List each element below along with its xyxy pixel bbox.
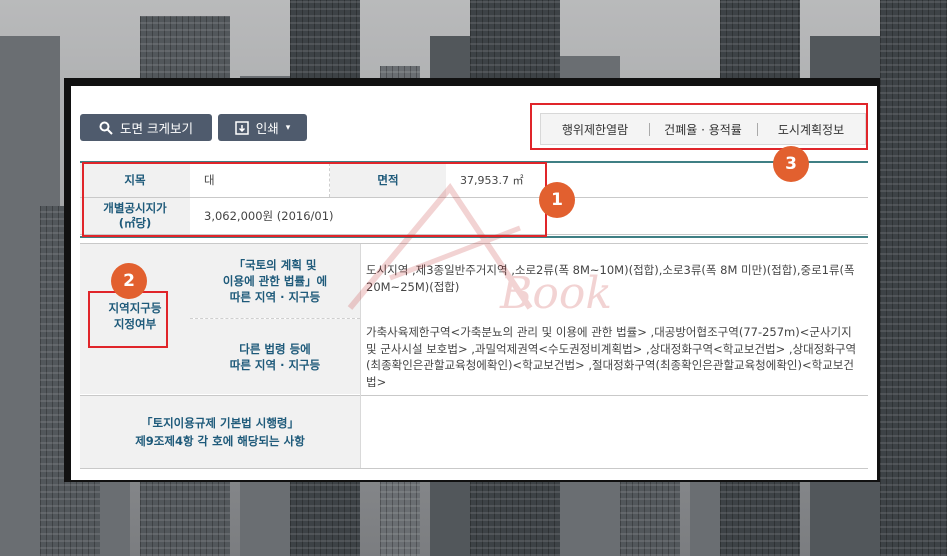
annotation-badge-3: 3 [773,146,809,182]
print-label: 인쇄 [255,121,279,136]
zoom-map-label: 도면 크게보기 [120,121,193,136]
annotation-badge-1: 1 [539,182,575,218]
row3-label-line2: 제9조제4항 각 호에 해당되는 사항 [135,434,305,448]
highlight-box-tabs [530,103,868,150]
row1-label-line2: 이용에 관한 법률」에 [222,274,328,288]
highlight-box-land-info [82,162,547,237]
highlight-box-zoning [88,291,168,348]
print-button[interactable]: 인쇄 ▾ [218,114,307,141]
chevron-down-icon: ▾ [285,122,291,133]
land-use-regulation-value [366,396,864,468]
print-icon [234,120,249,135]
row1-label-line1: 「국토의 계획 및 [233,258,317,272]
row2-label-line2: 따른 지역 · 지구등 [229,357,321,372]
row3-label-line1: 「토지이용규제 기본법 시행령」 [141,416,299,430]
land-use-regulation-label: 「토지이용규제 기본법 시행령」 제9조제4항 각 호에 해당되는 사항 [80,396,360,468]
annotation-badge-2: 2 [111,263,147,299]
svg-text:Book: Book [499,268,610,319]
row1-label-line3: 따른 지역 · 지구등 [229,290,321,304]
zoom-map-button[interactable]: 도면 크게보기 [80,114,212,141]
row2-label-line1: 다른 법령 등에 [239,341,311,356]
search-icon [99,121,113,135]
